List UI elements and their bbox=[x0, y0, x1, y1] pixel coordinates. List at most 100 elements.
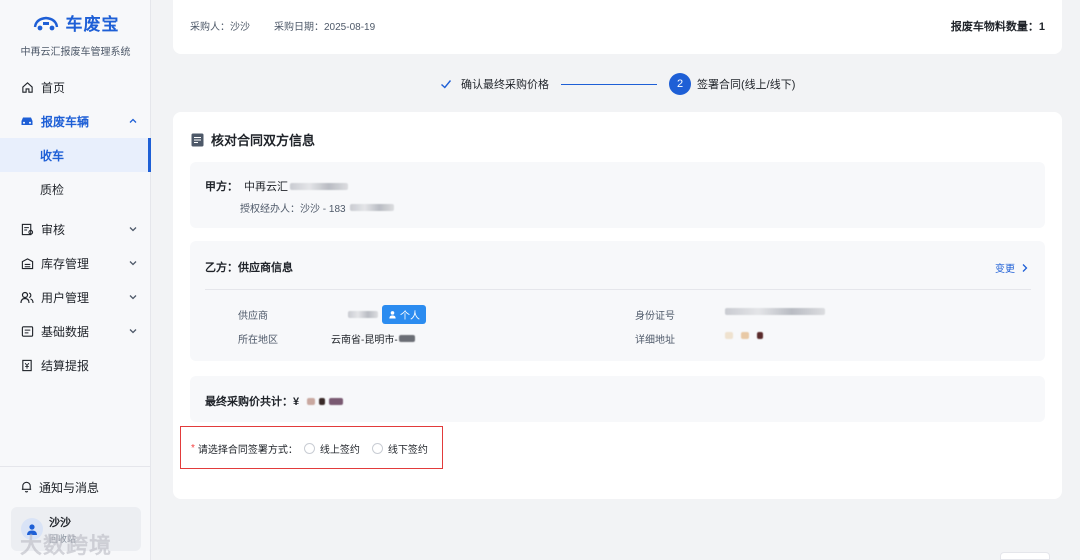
party-a-name: 中再云汇 bbox=[244, 181, 288, 193]
sidebar: 车废宝 中再云汇报废车管理系统 首页 报废车辆 收车 质检 审核 库存管理 用户… bbox=[0, 0, 151, 560]
sidebar-item-label: 结算提报 bbox=[41, 358, 90, 373]
chevron-up-icon bbox=[129, 118, 137, 123]
sidebar-item-basic-data[interactable]: 基础数据 bbox=[0, 314, 151, 348]
chevron-right-icon bbox=[1022, 263, 1028, 272]
sidebar-item-label: 质检 bbox=[40, 182, 65, 197]
supplier-value: 个人 bbox=[348, 305, 426, 324]
steps-indicator: 确认最终采购价格 2 签署合同(线上/线下) bbox=[437, 72, 795, 96]
step-2-number: 2 bbox=[669, 73, 691, 95]
sidebar-item-label: 报废车辆 bbox=[41, 114, 90, 129]
step-2-label: 签署合同(线上/线下) bbox=[697, 79, 796, 91]
address-label: 详细地址 bbox=[635, 335, 675, 346]
sidebar-item-label: 收车 bbox=[40, 148, 65, 163]
car-logo-icon bbox=[33, 16, 58, 30]
receipt-icon bbox=[20, 358, 34, 372]
region-value: 云南省-昆明市- bbox=[331, 331, 415, 346]
sign-method-label: 请选择合同签署方式： bbox=[197, 445, 298, 456]
redacted-text bbox=[307, 397, 316, 405]
sidebar-item-users[interactable]: 用户管理 bbox=[0, 280, 151, 314]
sidebar-item-inspect[interactable]: 质检 bbox=[0, 172, 151, 206]
personal-tag: 个人 bbox=[382, 305, 426, 324]
sidebar-item-label: 首页 bbox=[41, 80, 66, 95]
party-a-agent: 授权经办人：沙沙 - 183 bbox=[240, 204, 346, 215]
card-title: 核对合同双方信息 bbox=[191, 130, 315, 149]
change-supplier-link[interactable]: 变更 bbox=[995, 260, 1029, 275]
sidebar-item-label: 审核 bbox=[41, 222, 66, 237]
change-label: 变更 bbox=[995, 264, 1015, 275]
user-name: 沙沙 bbox=[49, 516, 71, 529]
chevron-down-icon bbox=[129, 295, 137, 300]
sidebar-item-home[interactable]: 首页 bbox=[0, 70, 151, 104]
redacted-text bbox=[741, 332, 749, 339]
sidebar-divider bbox=[0, 466, 151, 467]
divider bbox=[205, 289, 1031, 290]
sidebar-item-inventory[interactable]: 库存管理 bbox=[0, 246, 151, 280]
party-a-section: 甲方： 中再云汇 授权经办人：沙沙 - 183 bbox=[190, 162, 1045, 228]
personal-tag-label: 个人 bbox=[400, 311, 420, 322]
sidebar-item-scrap-vehicles[interactable]: 报废车辆 bbox=[0, 104, 151, 138]
redacted-text bbox=[398, 335, 415, 342]
offline-sign-radio[interactable] bbox=[371, 443, 383, 454]
car-icon bbox=[20, 114, 34, 128]
step-1-label: 确认最终采购价格 bbox=[461, 79, 549, 91]
supplier-label: 供应商 bbox=[238, 311, 268, 322]
sidebar-item-label: 基础数据 bbox=[41, 324, 90, 339]
redacted-text bbox=[329, 397, 344, 405]
sidebar-item-settlement[interactable]: 结算提报 bbox=[0, 348, 151, 382]
brand: 车废宝 中再云汇报废车管理系统 bbox=[0, 10, 151, 58]
user-card[interactable]: 沙沙 回收站 bbox=[11, 507, 141, 551]
home-icon bbox=[20, 80, 34, 94]
chevron-down-icon bbox=[129, 329, 137, 334]
sidebar-item-label: 用户管理 bbox=[41, 290, 90, 305]
user-role: 回收站 bbox=[49, 533, 77, 544]
sign-method-field: * 请选择合同签署方式： 线上签约 线下签约 bbox=[191, 441, 434, 456]
chevron-down-icon bbox=[129, 227, 137, 232]
party-b-section: 乙方：供应商信息 变更 供应商 个人 身份证号 所在地区 云南省-昆明市- 详细… bbox=[190, 241, 1045, 361]
offline-sign-label[interactable]: 线下签约 bbox=[388, 441, 428, 456]
avatar bbox=[21, 518, 43, 540]
warehouse-icon bbox=[20, 256, 34, 270]
required-asterisk: * bbox=[191, 443, 195, 454]
bell-icon bbox=[20, 480, 34, 494]
party-a-label: 甲方： bbox=[205, 181, 238, 193]
redacted-text bbox=[290, 182, 348, 190]
material-count-text: 报废车物料数量：1 bbox=[950, 21, 1045, 33]
region-label: 所在地区 bbox=[238, 335, 278, 346]
online-sign-radio[interactable] bbox=[303, 443, 315, 454]
online-sign-label[interactable]: 线上签约 bbox=[320, 441, 360, 456]
redacted-text bbox=[725, 308, 825, 315]
person-icon bbox=[389, 311, 396, 319]
redacted-text bbox=[349, 204, 394, 211]
brand-name: 车废宝 bbox=[65, 15, 120, 34]
card-title-text: 核对合同双方信息 bbox=[211, 133, 316, 148]
address-value bbox=[725, 332, 763, 339]
notifications-link[interactable]: 通知与消息 bbox=[0, 470, 151, 504]
id-number-label: 身份证号 bbox=[635, 311, 675, 322]
notifications-label: 通知与消息 bbox=[39, 480, 100, 495]
sidebar-item-receive[interactable]: 收车 bbox=[0, 138, 151, 172]
redacted-text bbox=[725, 332, 733, 339]
footer-button-edge bbox=[1000, 552, 1050, 560]
redacted-text bbox=[348, 311, 378, 318]
redacted-text bbox=[319, 397, 326, 405]
step-connector bbox=[561, 83, 657, 85]
sidebar-item-audit[interactable]: 审核 bbox=[0, 212, 151, 246]
sign-method-highlight: * 请选择合同签署方式： 线上签约 线下签约 bbox=[180, 426, 443, 469]
chevron-down-icon bbox=[129, 261, 137, 266]
buyer-text: 采购人：沙沙 bbox=[190, 22, 250, 33]
check-icon bbox=[437, 75, 455, 93]
final-price-section: 最终采购价共计：¥ bbox=[190, 376, 1045, 422]
users-icon bbox=[20, 290, 34, 304]
region-text: 云南省-昆明市- bbox=[331, 335, 398, 346]
audit-icon bbox=[20, 222, 34, 236]
redacted-text bbox=[757, 332, 763, 339]
id-number-value bbox=[725, 308, 825, 315]
purchase-date-text: 采购日期：2025-08-19 bbox=[274, 22, 376, 33]
sidebar-nav: 首页 报废车辆 收车 质检 审核 库存管理 用户管理 基础数据 结算提报 bbox=[0, 70, 151, 382]
document-icon bbox=[191, 133, 204, 146]
final-price-label: 最终采购价共计：¥ bbox=[205, 396, 300, 408]
contract-card: 核对合同双方信息 甲方： 中再云汇 授权经办人：沙沙 - 183 乙方：供应商信… bbox=[173, 112, 1062, 499]
data-icon bbox=[20, 324, 34, 338]
brand-subtitle: 中再云汇报废车管理系统 bbox=[20, 47, 131, 58]
purchase-info-bar: 采购人：沙沙 采购日期：2025-08-19 报废车物料数量：1 bbox=[173, 0, 1062, 54]
